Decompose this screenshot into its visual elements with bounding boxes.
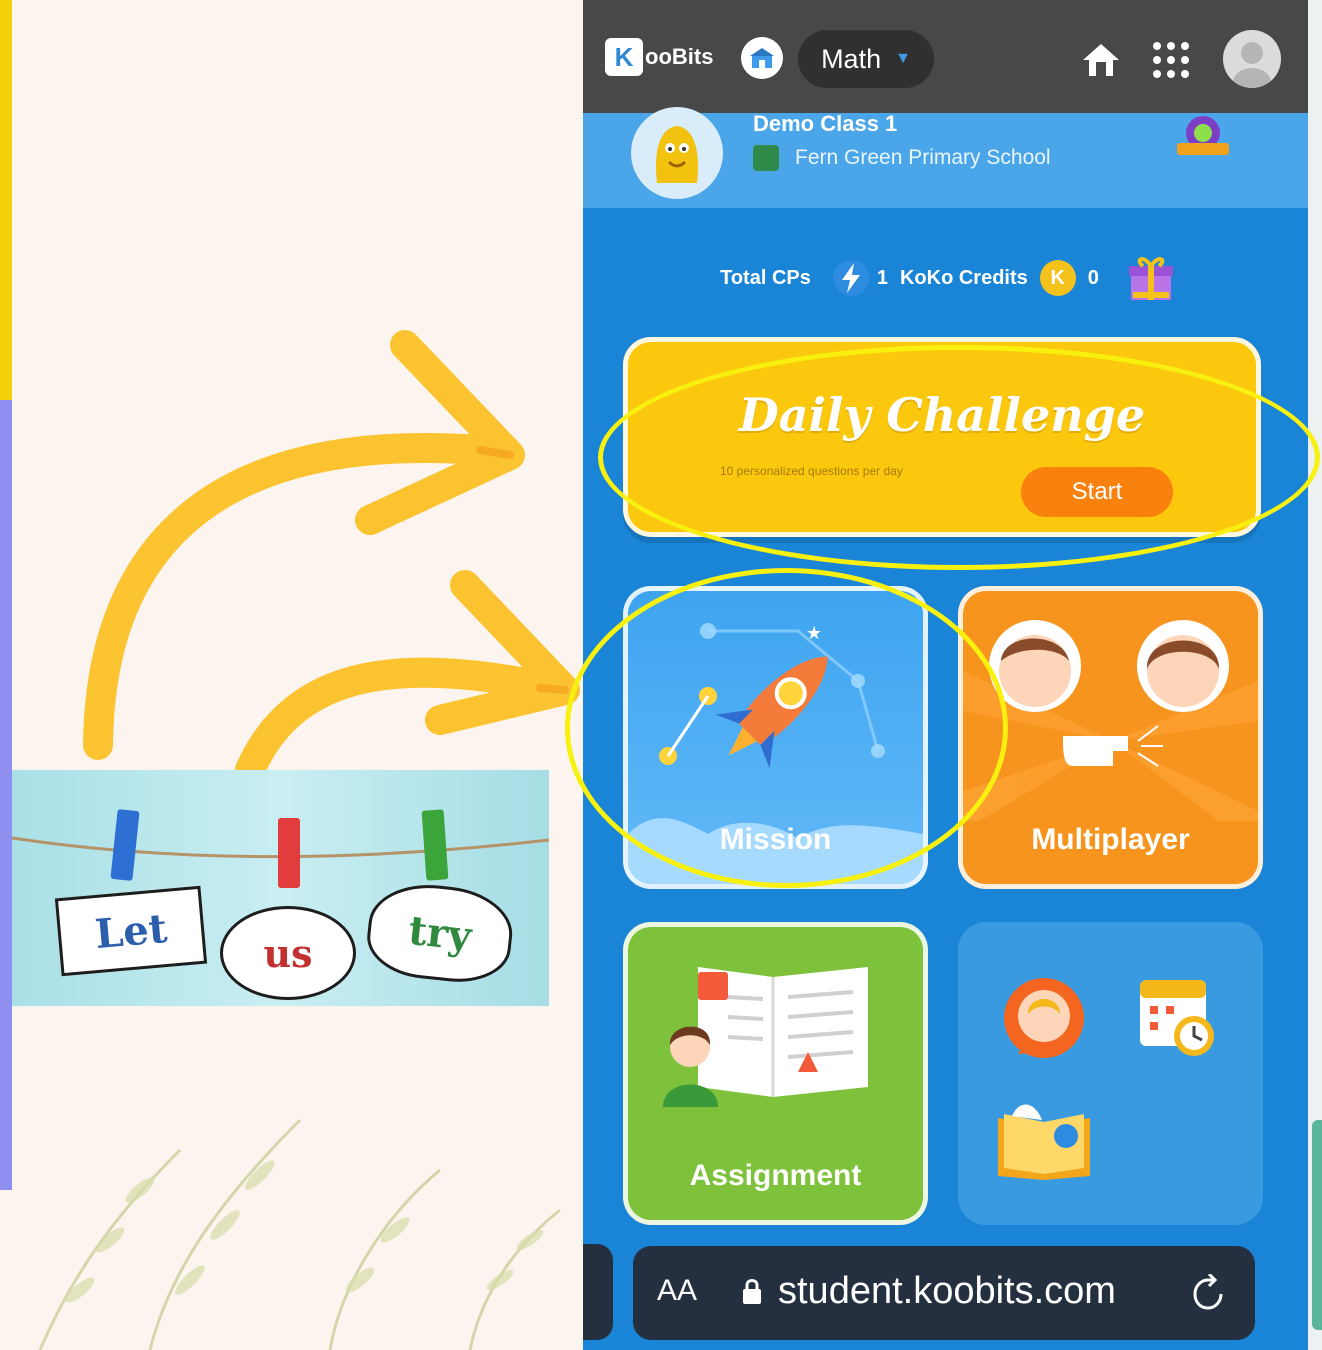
logo-text: ooBits bbox=[645, 44, 714, 69]
school-icon[interactable] bbox=[741, 37, 783, 79]
highlight-circle-daily-challenge bbox=[598, 345, 1320, 570]
brain-bubble-icon[interactable] bbox=[998, 974, 1090, 1066]
calendar-icon[interactable] bbox=[1136, 970, 1218, 1060]
assignment-tile[interactable]: Assignment bbox=[623, 922, 928, 1225]
assignment-book-icon bbox=[663, 967, 868, 1107]
previous-tab-edge[interactable] bbox=[583, 1244, 613, 1340]
mascot-avatar[interactable] bbox=[631, 107, 723, 199]
slide-background: Let us try bbox=[0, 0, 583, 1350]
school-name: Fern Green Primary School bbox=[795, 146, 1051, 169]
gift-icon[interactable] bbox=[1125, 252, 1177, 304]
app-top-bar: K ooBits Math ▼ bbox=[583, 0, 1308, 113]
school-line: Fern Green Primary School bbox=[753, 145, 1051, 171]
word-us: us bbox=[263, 930, 313, 976]
word-try: try bbox=[406, 906, 474, 960]
speech-bubble-let: Let bbox=[54, 885, 208, 977]
let-us-try-image: Let us try bbox=[12, 770, 549, 1006]
arrows-decoration bbox=[83, 330, 580, 780]
reload-icon[interactable] bbox=[1191, 1274, 1227, 1312]
speech-bubble-us: us bbox=[220, 906, 356, 1000]
globe-icon bbox=[753, 145, 779, 171]
red-clothespin bbox=[278, 818, 300, 888]
home-icon[interactable] bbox=[1080, 40, 1122, 80]
class-profile-banner: Demo Class 1 Fern Green Primary School bbox=[583, 107, 1308, 208]
apps-grid-icon[interactable] bbox=[1151, 40, 1191, 80]
koko-credits-label: KoKo Credits bbox=[899, 266, 1028, 289]
stats-row: Total CPs 1 KoKo Credits K 0 bbox=[583, 252, 1308, 304]
left-purple-bar bbox=[0, 400, 12, 1190]
logo-k-box: K bbox=[605, 38, 643, 76]
chevron-down-icon: ▼ bbox=[895, 50, 911, 67]
left-yellow-bar bbox=[0, 0, 12, 400]
lightning-icon bbox=[832, 260, 869, 296]
koobits-logo[interactable]: K ooBits bbox=[605, 38, 713, 76]
class-name: Demo Class 1 bbox=[753, 111, 898, 136]
lock-icon bbox=[743, 1279, 761, 1304]
cps-value: 1 bbox=[876, 266, 888, 289]
assignment-label: Assignment bbox=[689, 1159, 862, 1192]
credits-value: 0 bbox=[1087, 266, 1099, 289]
word-let: Let bbox=[93, 904, 169, 958]
koko-coin-icon: K bbox=[1039, 260, 1076, 296]
multiplayer-players-icon bbox=[963, 620, 1258, 821]
fern-decoration bbox=[38, 1118, 561, 1350]
user-avatar[interactable] bbox=[1223, 30, 1281, 88]
subject-label: Math bbox=[821, 43, 882, 74]
subject-dropdown[interactable]: Math ▼ bbox=[798, 30, 934, 88]
multiplayer-label: Multiplayer bbox=[1031, 823, 1190, 856]
text-size-button[interactable]: AA bbox=[657, 1274, 697, 1308]
storybook-icon[interactable] bbox=[994, 1100, 1094, 1180]
url-text[interactable]: student.koobits.com bbox=[778, 1270, 1116, 1313]
more-features-tile bbox=[958, 922, 1263, 1225]
highlight-circle-mission bbox=[565, 568, 1008, 888]
total-cps-label: Total CPs bbox=[720, 266, 811, 289]
right-edge-green-accent bbox=[1312, 1120, 1322, 1330]
level-badge-icon[interactable] bbox=[1171, 113, 1235, 163]
browser-address-bar[interactable]: AA student.koobits.com bbox=[633, 1246, 1255, 1340]
